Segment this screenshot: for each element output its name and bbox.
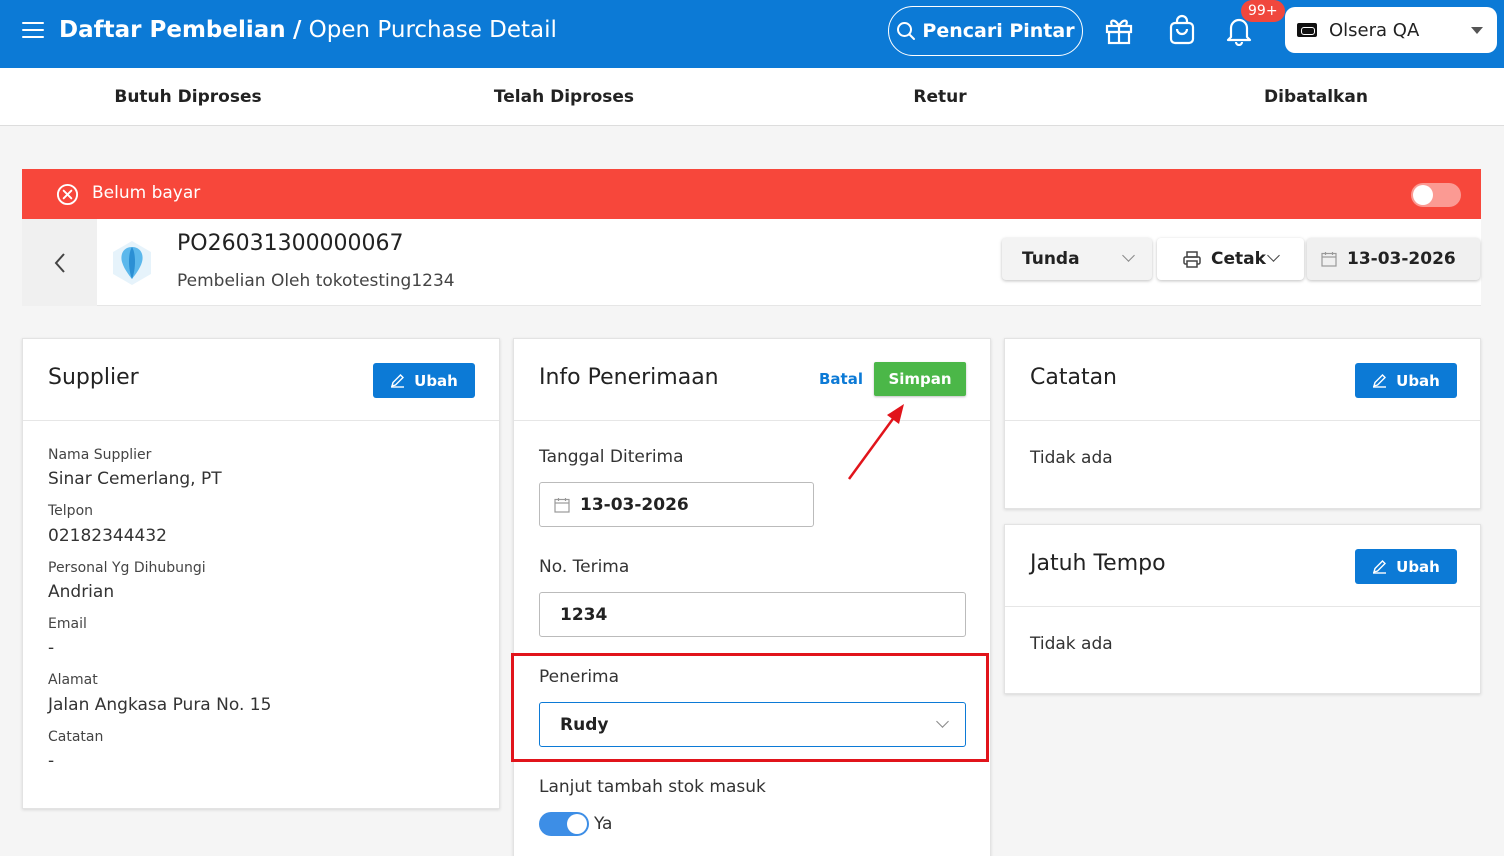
tab-butuh-diproses[interactable]: Butuh Diproses [0,68,376,126]
receipt-number-value: 1234 [560,604,608,625]
supplier-address-value: Jalan Angkasa Pura No. 15 [48,695,272,715]
supplier-name-value: Sinar Cemerlang, PT [48,469,222,489]
receipt-title: Info Penerimaan [539,365,719,390]
continue-stock-value: Ya [594,814,613,834]
page-title: Daftar Pembelian / Open Purchase Detail [59,14,557,46]
order-status-value: Tunda [1022,249,1080,269]
edit-notes-label: Ubah [1396,371,1440,390]
caret-down-icon [1471,27,1483,34]
shopping-bag-icon[interactable] [1166,14,1198,46]
edit-due-date-button[interactable]: Ubah [1355,549,1457,584]
store-logo-icon [1297,23,1317,37]
store-select[interactable]: Olsera QA [1285,7,1497,53]
supplier-notes-label: Catatan [48,729,104,745]
supplier-address-label: Alamat [48,672,98,688]
supplier-email-label: Email [48,616,87,632]
continue-stock-label: Lanjut tambah stok masuk [539,777,766,797]
chevron-down-icon [1267,249,1280,262]
calendar-icon [1321,252,1337,267]
supplier-phone-label: Telpon [48,503,94,519]
order-date-field[interactable]: 13-03-2026 [1307,238,1480,280]
purchase-order-header: PO26031300000067 Pembelian Oleh tokotest… [22,219,1481,306]
receipt-number-label: No. Terima [539,557,630,577]
receipt-card-header: Info Penerimaan Batal Simpan [514,339,990,421]
notification-badge: 99+ [1241,0,1285,22]
receiver-highlight-box [511,653,989,762]
back-button[interactable] [22,219,97,306]
due-date-card: Jatuh Tempo Ubah Tidak ada [1004,524,1481,694]
supplier-card-header: Supplier Ubah [23,339,499,421]
store-name: Olsera QA [1329,19,1420,41]
print-button[interactable]: Cetak [1157,238,1304,280]
receipt-info-card: Info Penerimaan Batal Simpan Tanggal Dit… [513,338,991,856]
payment-status-toggle[interactable] [1411,183,1461,207]
due-date-title: Jatuh Tempo [1030,551,1166,576]
supplier-name-label: Nama Supplier [48,447,152,463]
supplier-email-value: - [48,638,55,658]
chevron-down-icon [1122,249,1135,262]
purchase-order-number: PO26031300000067 [177,231,404,256]
tab-dibatalkan[interactable]: Dibatalkan [1128,68,1504,126]
save-button[interactable]: Simpan [874,362,966,396]
annotation-arrow-icon [847,404,904,480]
receipt-number-input[interactable]: 1234 [539,592,966,637]
notes-card: Catatan Ubah Tidak ada [1004,338,1481,509]
supplier-contact-label: Personal Yg Dihubungi [48,560,206,576]
tab-retur[interactable]: Retur [752,68,1128,126]
pencil-icon [1373,560,1387,574]
search-icon [897,22,916,40]
order-status-select[interactable]: Tunda [1002,238,1152,280]
received-date-input[interactable]: 13-03-2026 [539,482,814,527]
top-bar: Daftar Pembelian / Open Purchase Detail … [0,0,1504,68]
print-label: Cetak [1211,249,1266,269]
payment-status-label: Belum bayar [92,183,201,203]
menu-icon[interactable] [22,22,44,40]
pencil-icon [391,374,405,388]
gift-icon[interactable] [1103,14,1135,46]
due-date-value: Tidak ada [1030,634,1113,654]
smart-search-label: Pencari Pintar [922,20,1075,42]
smart-search-button[interactable]: Pencari Pintar [888,6,1083,56]
received-date-label: Tanggal Diterima [539,447,684,467]
page-title-main: Daftar Pembelian [59,17,286,43]
supplier-title: Supplier [48,365,139,390]
notes-value: Tidak ada [1030,448,1113,468]
due-date-card-header: Jatuh Tempo Ubah [1005,525,1480,607]
supplier-phone-value: 02182344432 [48,526,167,546]
continue-stock-toggle[interactable] [539,812,589,836]
edit-due-date-label: Ubah [1396,557,1440,576]
page-title-separator: / [292,17,302,43]
order-date-value: 13-03-2026 [1347,249,1456,269]
received-date-value: 13-03-2026 [580,494,689,515]
edit-notes-button[interactable]: Ubah [1355,363,1457,398]
pencil-icon [1373,374,1387,388]
status-tabs: Butuh Diproses Telah Diproses Retur Diba… [0,68,1504,126]
page-title-sub: Open Purchase Detail [308,17,557,43]
close-circle-icon [56,183,79,206]
supplier-card: Supplier Ubah Nama Supplier Sinar Cemerl… [22,338,500,809]
notes-card-header: Catatan Ubah [1005,339,1480,421]
cancel-button[interactable]: Batal [819,370,863,388]
supplier-notes-value: - [48,751,55,771]
supplier-contact-value: Andrian [48,582,115,602]
purchase-order-subtitle: Pembelian Oleh tokotesting1234 [177,271,455,291]
payment-status-banner: Belum bayar [22,169,1481,219]
calendar-icon [554,497,570,513]
balloon-logo-icon [113,241,151,285]
edit-supplier-button[interactable]: Ubah [373,363,475,398]
edit-supplier-label: Ubah [414,371,458,390]
printer-icon [1183,250,1201,268]
tab-telah-diproses[interactable]: Telah Diproses [376,68,752,126]
notes-title: Catatan [1030,365,1118,390]
chevron-left-icon [54,252,65,273]
